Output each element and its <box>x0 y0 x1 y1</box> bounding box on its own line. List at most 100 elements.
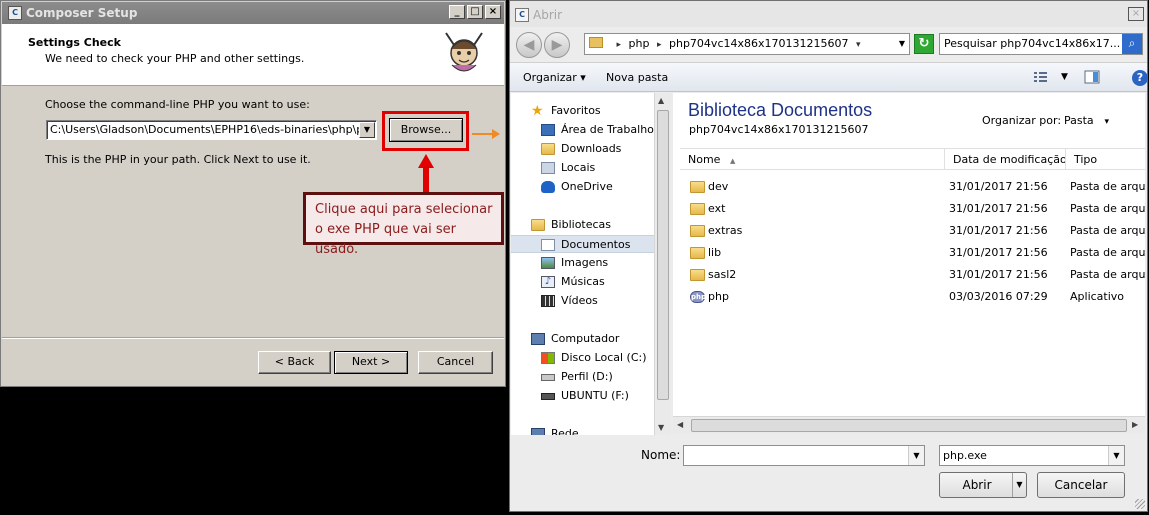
nav-favorites[interactable]: ★ Favoritos <box>511 102 654 120</box>
new-folder-button[interactable]: Nova pasta <box>606 71 668 84</box>
php-path-value: C:\Users\Gladson\Documents\EPHP16\eds-bi… <box>50 123 360 136</box>
open-file-dialog: C Abrir × ◀ ▶ ▸ php ▸ php704vc14x86x1701… <box>509 0 1148 512</box>
address-bar[interactable]: ▸ php ▸ php704vc14x86x170131215607 ▾ ▼ <box>584 33 910 55</box>
maximize-button[interactable]: □ <box>467 5 483 19</box>
cancel-button[interactable]: Cancel <box>418 351 493 374</box>
file-row[interactable]: sasl2 31/01/2017 21:56 Pasta de arquivos <box>680 264 1145 286</box>
composer-setup-icon: C <box>515 8 529 22</box>
nav-downloads[interactable]: Downloads <box>511 140 654 158</box>
filetype-select[interactable]: php.exe ▼ <box>939 445 1125 466</box>
file-type: Pasta de arquivos <box>1070 246 1145 259</box>
file-row[interactable]: ext 31/01/2017 21:56 Pasta de arquivos <box>680 198 1145 220</box>
column-name[interactable]: Nome ▲ <box>680 149 945 170</box>
nav-documents[interactable]: Documentos <box>511 235 654 253</box>
file-name: sasl2 <box>708 268 737 281</box>
next-button[interactable]: Next > <box>334 351 408 374</box>
file-modified: 31/01/2017 21:56 <box>949 224 1048 237</box>
address-dropdown-icon[interactable]: ▼ <box>899 34 905 54</box>
file-type: Aplicativo <box>1070 290 1125 303</box>
column-modified[interactable]: Data de modificação <box>945 149 1066 170</box>
filename-input[interactable]: ▼ <box>683 445 925 466</box>
view-dropdown-icon[interactable]: ▼ <box>1061 72 1068 82</box>
setup-titlebar[interactable]: C Composer Setup _ □ × <box>2 2 504 24</box>
nav-videos[interactable]: Vídeos <box>511 292 654 310</box>
nav-onedrive[interactable]: OneDrive <box>511 178 654 196</box>
split-dropdown-icon[interactable]: ▼ <box>1012 473 1026 497</box>
callout-line-1: Clique aqui para selecionar <box>315 202 493 217</box>
nav-drive-f[interactable]: UBUNTU (F:) <box>511 387 654 405</box>
nav-scrollbar[interactable]: ▲ ▼ <box>654 93 671 435</box>
nav-label: UBUNTU (F:) <box>561 389 629 402</box>
composer-setup-icon: C <box>8 6 22 20</box>
close-button[interactable]: × <box>1128 7 1144 21</box>
organize-by-dropdown[interactable]: Pasta <box>1064 114 1109 127</box>
forward-nav-button[interactable]: ▶ <box>544 32 570 58</box>
resize-grip-icon[interactable] <box>1135 499 1145 509</box>
file-modified: 31/01/2017 21:56 <box>949 268 1048 281</box>
scrollbar-thumb[interactable] <box>657 110 669 400</box>
chevron-down-icon[interactable]: ▼ <box>908 446 924 465</box>
file-row[interactable]: lib 31/01/2017 21:56 Pasta de arquivos <box>680 242 1145 264</box>
column-type[interactable]: Tipo <box>1066 149 1145 170</box>
back-nav-button[interactable]: ◀ <box>516 32 542 58</box>
annotation-arrow-up-icon <box>418 154 434 192</box>
nav-computer[interactable]: Computador <box>511 330 654 348</box>
nav-label: OneDrive <box>561 180 613 193</box>
view-options-icon[interactable] <box>1033 70 1049 84</box>
nav-label: Downloads <box>561 142 622 155</box>
file-row[interactable]: php php 03/03/2016 07:29 Aplicativo <box>680 286 1145 308</box>
browse-button[interactable]: Browse... <box>389 118 463 142</box>
page-subtitle: We need to check your PHP and other sett… <box>45 52 305 65</box>
chevron-right-icon[interactable]: ▸ <box>657 40 662 50</box>
footer-divider <box>2 337 504 339</box>
setup-window-controls: _ □ × <box>449 5 501 19</box>
preview-pane-icon[interactable] <box>1084 70 1100 84</box>
chevron-down-icon[interactable]: ▼ <box>1108 446 1124 465</box>
nav-drive-c[interactable]: Disco Local (C:) <box>511 349 654 367</box>
folder-icon <box>589 37 603 48</box>
file-name: dev <box>708 180 729 193</box>
nav-network[interactable]: Rede <box>511 425 654 435</box>
scroll-right-icon[interactable]: ▶ <box>1132 420 1138 429</box>
hard-drive-icon <box>541 374 555 381</box>
close-button[interactable]: × <box>485 5 501 19</box>
scrollbar-thumb[interactable] <box>691 419 1127 432</box>
search-placeholder: Pesquisar php704vc14x86x17... <box>944 37 1121 50</box>
file-row[interactable]: dev 31/01/2017 21:56 Pasta de arquivos <box>680 176 1145 198</box>
open-titlebar[interactable]: C Abrir × <box>510 1 1147 27</box>
file-row[interactable]: extras 31/01/2017 21:56 Pasta de arquivos <box>680 220 1145 242</box>
horizontal-scrollbar[interactable]: ◀ ▶ <box>673 416 1145 434</box>
cancel-button[interactable]: Cancelar <box>1037 472 1125 498</box>
documents-icon <box>541 239 555 251</box>
chevron-down-icon[interactable]: ▾ <box>856 40 861 50</box>
column-header: Nome ▲ Data de modificação Tipo <box>680 148 1145 170</box>
breadcrumb-php[interactable]: php <box>629 37 650 50</box>
scroll-left-icon[interactable]: ◀ <box>677 420 683 429</box>
chevron-right-icon[interactable]: ▸ <box>617 40 622 50</box>
open-button[interactable]: Abrir ▼ <box>939 472 1027 498</box>
minimize-button[interactable]: _ <box>449 5 465 19</box>
nav-music[interactable]: ♪ Músicas <box>511 273 654 291</box>
downloads-folder-icon <box>541 143 555 155</box>
nav-images[interactable]: Imagens <box>511 254 654 272</box>
back-button[interactable]: < Back <box>258 351 331 374</box>
library-subtitle: php704vc14x86x170131215607 <box>689 123 869 136</box>
breadcrumb-folder[interactable]: php704vc14x86x170131215607 <box>669 37 849 50</box>
scroll-up-icon[interactable]: ▲ <box>658 96 664 105</box>
windows-drive-icon <box>541 352 555 364</box>
refresh-icon[interactable]: ↻ <box>914 34 934 54</box>
open-window-title: Abrir <box>533 8 563 22</box>
php-path-combobox[interactable]: C:\Users\Gladson\Documents\EPHP16\eds-bi… <box>46 120 377 140</box>
search-icon[interactable]: ⌕ <box>1122 34 1142 54</box>
filename-label: Nome: <box>641 448 681 462</box>
nav-libraries[interactable]: Bibliotecas <box>511 216 654 234</box>
nav-drive-d[interactable]: Perfil (D:) <box>511 368 654 386</box>
network-icon <box>531 428 545 435</box>
nav-desktop[interactable]: Área de Trabalho <box>511 121 654 139</box>
nav-places[interactable]: Locais <box>511 159 654 177</box>
organize-menu[interactable]: Organizar ▾ <box>523 71 586 84</box>
search-input[interactable]: Pesquisar php704vc14x86x17... ⌕ <box>939 33 1143 55</box>
help-icon[interactable]: ? <box>1132 70 1148 86</box>
scroll-down-icon[interactable]: ▼ <box>658 423 664 432</box>
chevron-down-icon[interactable]: ▼ <box>359 122 375 138</box>
